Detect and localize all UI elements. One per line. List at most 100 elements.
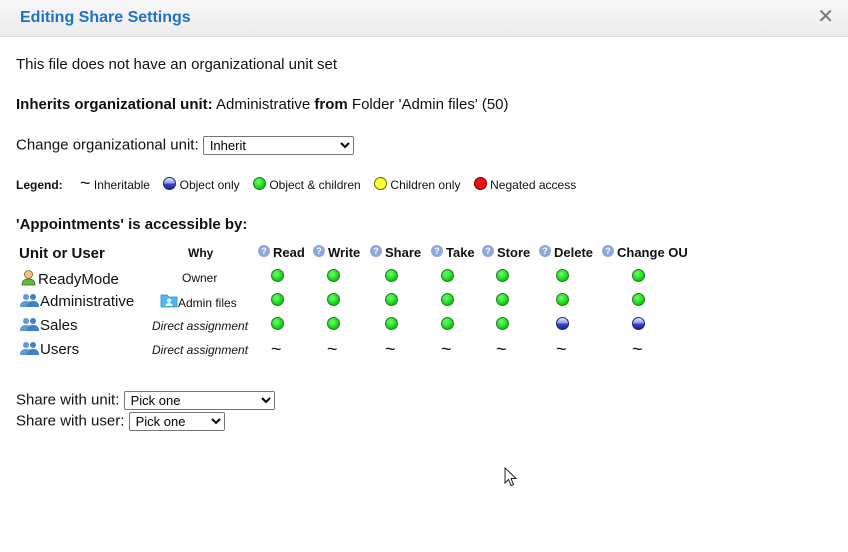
yellow-dot-icon [374,177,388,190]
red-dot-icon [473,177,487,190]
help-icon[interactable]: ? [258,245,270,257]
perm-cell-store[interactable]: ~ [496,339,507,359]
legend: Legend: ~ Inheritable Object only Object… [16,174,586,192]
change-ou-row: Change organizational unit: Inherit [16,136,354,155]
perm-cell-store[interactable] [496,292,509,309]
row-name: Sales [40,317,78,334]
tilde-icon: ~ [632,339,643,359]
green-dot-icon [327,269,340,282]
tilde-icon: ~ [271,339,282,359]
access-heading: 'Appointments' is accessible by: [16,216,248,233]
perm-cell-take[interactable]: ~ [441,339,452,359]
perm-cell-take[interactable] [441,292,454,309]
table-row-users: Users [20,341,79,358]
perm-cell-write[interactable] [327,292,340,309]
why-owner: Owner [182,271,218,285]
green-dot-icon [441,317,454,330]
perm-cell-share[interactable]: ~ [385,339,396,359]
folder-user-icon [160,294,178,308]
col-write-header: ? Write [313,245,360,260]
tilde-icon: ~ [327,339,338,359]
green-dot-icon [556,293,569,306]
col-unit-header: Unit or User [19,245,105,262]
perm-cell-take[interactable] [441,316,454,333]
perm-cell-share[interactable] [385,268,398,285]
share-unit-select[interactable]: Pick one [123,391,275,410]
green-dot-icon [441,293,454,306]
mouse-cursor-icon [504,467,518,487]
share-user-label: Share with user: [16,412,125,430]
perm-cell-delete[interactable]: ~ [556,339,567,359]
perm-cell-delete[interactable] [556,292,569,309]
legend-object-children: Object & children [252,177,361,192]
perm-cell-delete[interactable] [556,268,569,285]
green-dot-icon [385,317,398,330]
legend-label: Legend: [16,178,63,192]
perm-cell-write[interactable] [327,316,340,333]
inherits-line: Inherits organizational unit: Administra… [16,96,509,113]
perm-cell-change-ou[interactable] [632,268,645,285]
green-dot-icon [327,293,340,306]
share-unit-label: Share with unit: [16,391,120,409]
tilde-icon: ~ [80,173,91,193]
legend-children-only: Children only [374,177,460,192]
perm-cell-change-ou[interactable] [632,292,645,309]
green-dot-icon [556,269,569,282]
help-icon[interactable]: ? [602,245,614,257]
why-direct-assignment: Direct assignment [152,319,249,333]
col-why-header: Why [188,246,214,260]
help-icon[interactable]: ? [370,245,382,257]
perm-cell-read[interactable] [271,268,284,285]
perm-cell-read[interactable] [271,316,284,333]
col-read-header: ? Read [258,245,305,260]
table-row-administrative: Administrative [20,293,134,310]
why-admin-files[interactable]: Admin files [160,293,237,310]
help-icon[interactable]: ? [539,245,551,257]
row-name: ReadyMode [38,271,119,288]
help-icon[interactable]: ? [313,245,325,257]
tilde-icon: ~ [556,339,567,359]
green-dot-icon [252,177,266,190]
perm-cell-take[interactable] [441,268,454,285]
perm-cell-read[interactable] [271,292,284,309]
perm-cell-store[interactable] [496,316,509,333]
tilde-icon: ~ [385,339,396,359]
close-icon[interactable]: ✕ [817,7,834,27]
change-ou-select[interactable]: Inherit [202,136,354,155]
group-icon [20,318,39,331]
inherits-unit: Administrative [216,96,311,113]
perm-cell-share[interactable] [385,316,398,333]
dialog-titlebar: Editing Share Settings ✕ [0,0,848,37]
blue-dot-icon [163,177,177,190]
col-change-ou-header: ? Change OU [602,245,688,260]
change-ou-label: Change organizational unit: [16,136,199,154]
share-user-row: Share with user: Pick one [16,412,225,431]
perm-cell-store[interactable] [496,268,509,285]
row-name: Administrative [40,293,135,310]
row-name: Users [40,341,80,358]
tilde-icon: ~ [496,339,507,359]
why-direct-assignment: Direct assignment [152,343,249,357]
green-dot-icon [441,269,454,282]
share-user-select[interactable]: Pick one [128,412,225,431]
perm-cell-change-ou[interactable]: ~ [632,339,643,359]
tilde-icon: ~ [441,339,452,359]
perm-cell-read[interactable]: ~ [271,339,282,359]
green-dot-icon [385,269,398,282]
perm-cell-share[interactable] [385,292,398,309]
no-ou-text: This file does not have an organizationa… [16,56,338,73]
blue-dot-icon [556,317,569,330]
green-dot-icon [496,317,509,330]
help-icon[interactable]: ? [431,245,443,257]
perm-cell-change-ou[interactable] [632,316,645,333]
blue-dot-icon [632,317,645,330]
perm-cell-write[interactable] [327,268,340,285]
perm-cell-write[interactable]: ~ [327,339,338,359]
col-delete-header: ? Delete [539,245,593,260]
green-dot-icon [327,317,340,330]
green-dot-icon [632,293,645,306]
perm-cell-delete[interactable] [556,316,569,333]
help-icon[interactable]: ? [482,245,494,257]
green-dot-icon [271,293,284,306]
table-row-sales: Sales [20,317,78,334]
